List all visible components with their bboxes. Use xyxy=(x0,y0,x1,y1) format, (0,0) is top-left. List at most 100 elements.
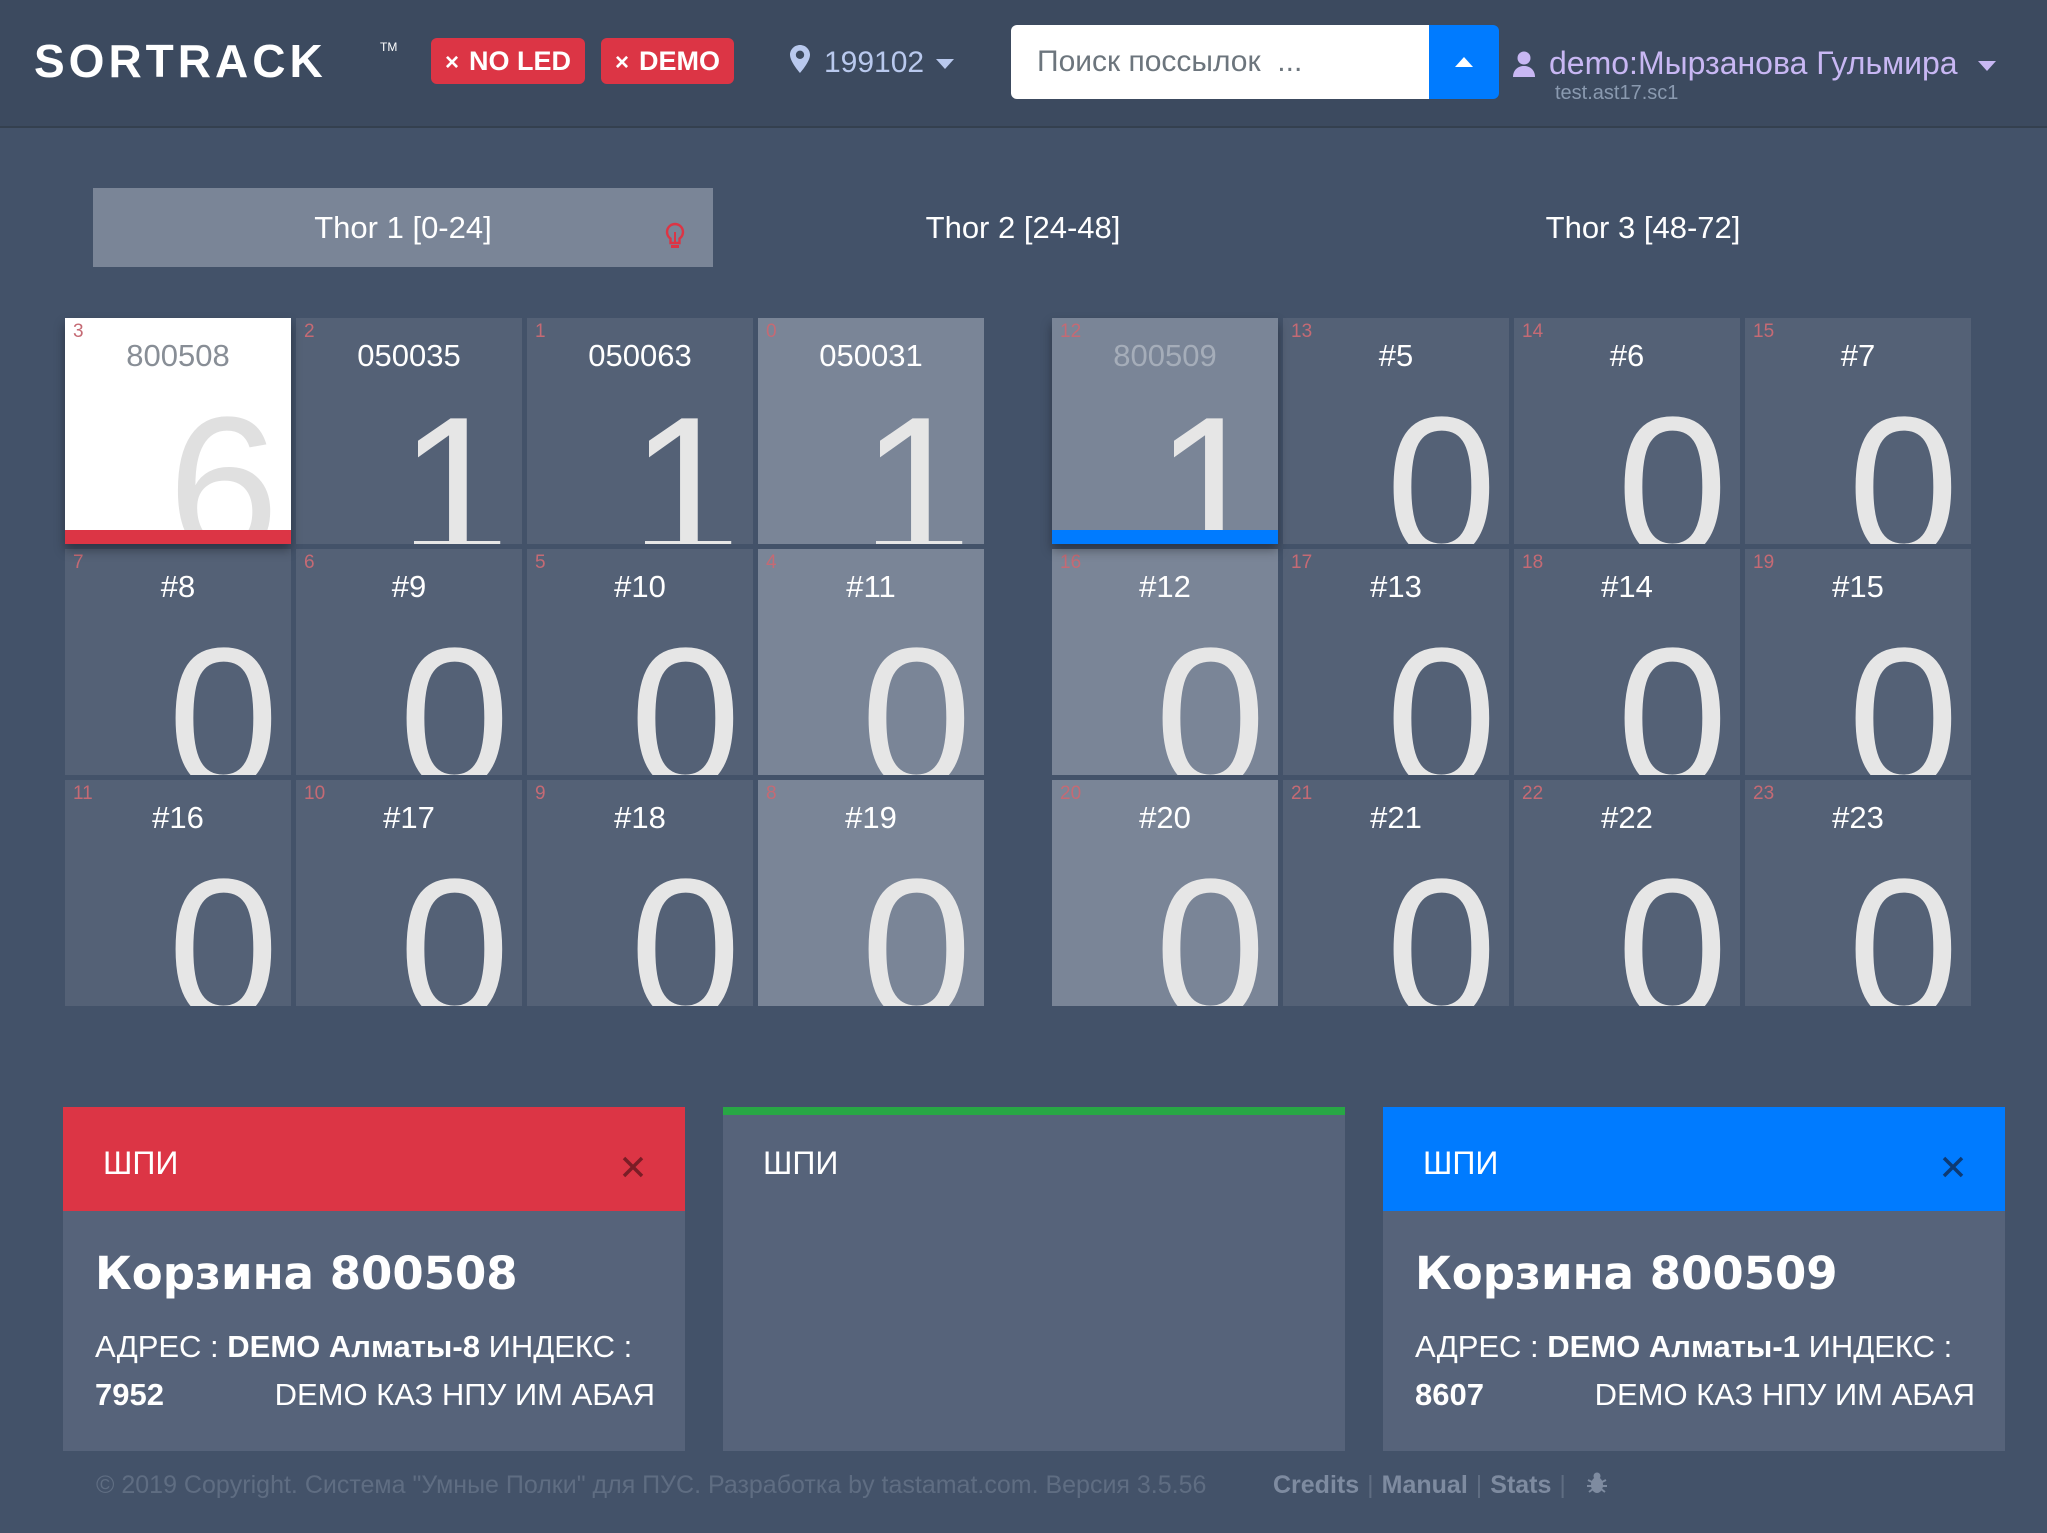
shelf-cell[interactable]: 23 #23 0 xyxy=(1745,780,1971,1006)
badge-label: NO LED xyxy=(469,46,572,76)
destination: DEMO КАЗ НПУ ИМ АБАЯ xyxy=(274,1377,655,1412)
tab-thor-3[interactable]: Thor 3 [48-72] xyxy=(1333,188,1953,267)
cell-count: 0 xyxy=(1154,607,1266,776)
shelf-cell[interactable]: 13 #5 0 xyxy=(1283,318,1509,544)
shelf-cell[interactable]: 4 #11 0 xyxy=(758,549,984,775)
shelf-cell[interactable]: 8 #19 0 xyxy=(758,780,984,1006)
parcel-panel-red: ШПИ Корзина 800508 АДРЕС : DEMO Алматы-8… xyxy=(63,1107,685,1451)
shelf-cell[interactable]: 7 #8 0 xyxy=(65,549,291,775)
shelf-cell[interactable]: 0 050031 1 xyxy=(758,318,984,544)
separator: | xyxy=(1475,1471,1483,1500)
cell-label: #8 xyxy=(160,569,196,604)
cell-count: 0 xyxy=(1385,607,1497,776)
shelf-cell[interactable]: 17 #13 0 xyxy=(1283,549,1509,775)
index-value: 7952 xyxy=(95,1377,164,1412)
credits-link[interactable]: Credits xyxy=(1273,1471,1359,1499)
cell-label: #15 xyxy=(1832,569,1884,604)
address-line: АДРЕС : DEMO Алматы-8 ИНДЕКС : xyxy=(95,1329,632,1365)
cell-count: 0 xyxy=(1616,607,1728,776)
shelf-cell[interactable]: 18 #14 0 xyxy=(1514,549,1740,775)
shelf-cell[interactable]: 12 800509 1 xyxy=(1052,318,1278,544)
sortrack-logo[interactable]: SORTRACK TM xyxy=(34,35,397,87)
cell-count: 0 xyxy=(629,838,741,1007)
cell-count: 0 xyxy=(860,838,972,1007)
search-button[interactable] xyxy=(1429,25,1499,99)
cell-label: #18 xyxy=(614,800,666,835)
basket-title: Корзина 800509 xyxy=(1415,1247,1838,1300)
shelf-cell[interactable]: 16 #12 0 xyxy=(1052,549,1278,775)
cell-label: 050031 xyxy=(819,338,923,373)
panel-header: ШПИ xyxy=(723,1115,1345,1219)
shelf-cell[interactable]: 19 #15 0 xyxy=(1745,549,1971,775)
logo-tm: TM xyxy=(380,40,398,54)
index-label: ИНДЕКС : xyxy=(479,1329,633,1364)
panel-header-title: ШПИ xyxy=(763,1145,839,1181)
cell-label: 050063 xyxy=(588,338,692,373)
parcel-panel-green: ШПИ xyxy=(723,1107,1345,1451)
shelf-cell[interactable]: 11 #16 0 xyxy=(65,780,291,1006)
shelf-cell[interactable]: 20 #20 0 xyxy=(1052,780,1278,1006)
shelf-cell[interactable]: 14 #6 0 xyxy=(1514,318,1740,544)
shelf-cell[interactable]: 5 #10 0 xyxy=(527,549,753,775)
no-led-badge[interactable]: × NO LED xyxy=(431,38,586,84)
cell-count: 0 xyxy=(1847,838,1959,1007)
cell-count: 1 xyxy=(629,376,741,545)
cell-count: 1 xyxy=(860,376,972,545)
cell-count: 0 xyxy=(398,838,510,1007)
cell-count: 0 xyxy=(1616,376,1728,545)
manual-link[interactable]: Manual xyxy=(1382,1471,1468,1499)
index-line: 7952 DEMO КАЗ НПУ ИМ АБАЯ xyxy=(95,1377,655,1413)
shelf-cell[interactable]: 2 050035 1 xyxy=(296,318,522,544)
search-input[interactable] xyxy=(1011,25,1429,99)
address-line: АДРЕС : DEMO Алматы-1 ИНДЕКС : xyxy=(1415,1329,1952,1365)
cell-status-bar xyxy=(65,530,291,544)
cell-count: 1 xyxy=(398,376,510,545)
cell-count: 1 xyxy=(1154,376,1266,545)
cell-label: 800509 xyxy=(1113,338,1217,373)
shelf-cell[interactable]: 1 050063 1 xyxy=(527,318,753,544)
cell-label: #16 xyxy=(152,800,204,835)
address-label: АДРЕС : xyxy=(1415,1329,1548,1364)
index-label: ИНДЕКС : xyxy=(1799,1329,1953,1364)
close-icon: × xyxy=(615,49,630,76)
bug-icon[interactable] xyxy=(1586,1471,1608,1502)
shelf-cell[interactable]: 10 #17 0 xyxy=(296,780,522,1006)
basket-title: Корзина 800508 xyxy=(95,1247,518,1300)
separator: | xyxy=(1559,1471,1566,1500)
cell-count: 0 xyxy=(167,838,279,1007)
chevron-down-icon xyxy=(1977,60,1996,71)
footer-copyright: © 2019 Copyright. Система "Умные Полки" … xyxy=(96,1471,1207,1499)
tab-thor-2[interactable]: Thor 2 [24-48] xyxy=(713,188,1333,267)
cell-label: 800508 xyxy=(126,338,230,373)
shelf-cell[interactable]: 22 #22 0 xyxy=(1514,780,1740,1006)
close-icon[interactable] xyxy=(621,1155,645,1183)
close-icon: × xyxy=(445,49,460,76)
tab-label: Thor 2 [24-48] xyxy=(925,210,1121,245)
separator: | xyxy=(1367,1471,1374,1500)
destination: DEMO КАЗ НПУ ИМ АБАЯ xyxy=(1594,1377,1975,1412)
shelf-cell[interactable]: 6 #9 0 xyxy=(296,549,522,775)
shelf-cell[interactable]: 9 #18 0 xyxy=(527,780,753,1006)
cell-count: 0 xyxy=(1385,376,1497,545)
map-marker-icon xyxy=(790,41,810,87)
close-icon[interactable] xyxy=(1941,1155,1965,1183)
cell-count: 0 xyxy=(860,607,972,776)
cell-label: #10 xyxy=(614,569,666,604)
cell-status-bar xyxy=(1052,530,1278,544)
demo-badge[interactable]: × DEMO xyxy=(601,38,735,84)
footer-links: Credits | Manual | Stats | xyxy=(1273,1471,1608,1502)
shelf-cell[interactable]: 15 #7 0 xyxy=(1745,318,1971,544)
user-subtitle: test.ast17.sc1 xyxy=(1555,82,1679,104)
location-value: 199102 xyxy=(824,46,925,79)
shelf-cell[interactable]: 21 #21 0 xyxy=(1283,780,1509,1006)
cell-label: #14 xyxy=(1601,569,1653,604)
cell-count: 0 xyxy=(1847,607,1959,776)
location-dropdown[interactable]: 199102 xyxy=(790,40,955,87)
cell-label: #12 xyxy=(1139,569,1191,604)
tab-thor-1[interactable]: Thor 1 [0-24] xyxy=(93,188,713,267)
stats-link[interactable]: Stats xyxy=(1490,1471,1551,1499)
shelf-cell[interactable]: 3 800508 6 xyxy=(65,318,291,544)
user-menu[interactable]: demo:Мырзанова Гульмира xyxy=(1513,40,1996,86)
logo-text: SORTRACK xyxy=(34,35,327,87)
panel-header: ШПИ xyxy=(63,1107,685,1211)
